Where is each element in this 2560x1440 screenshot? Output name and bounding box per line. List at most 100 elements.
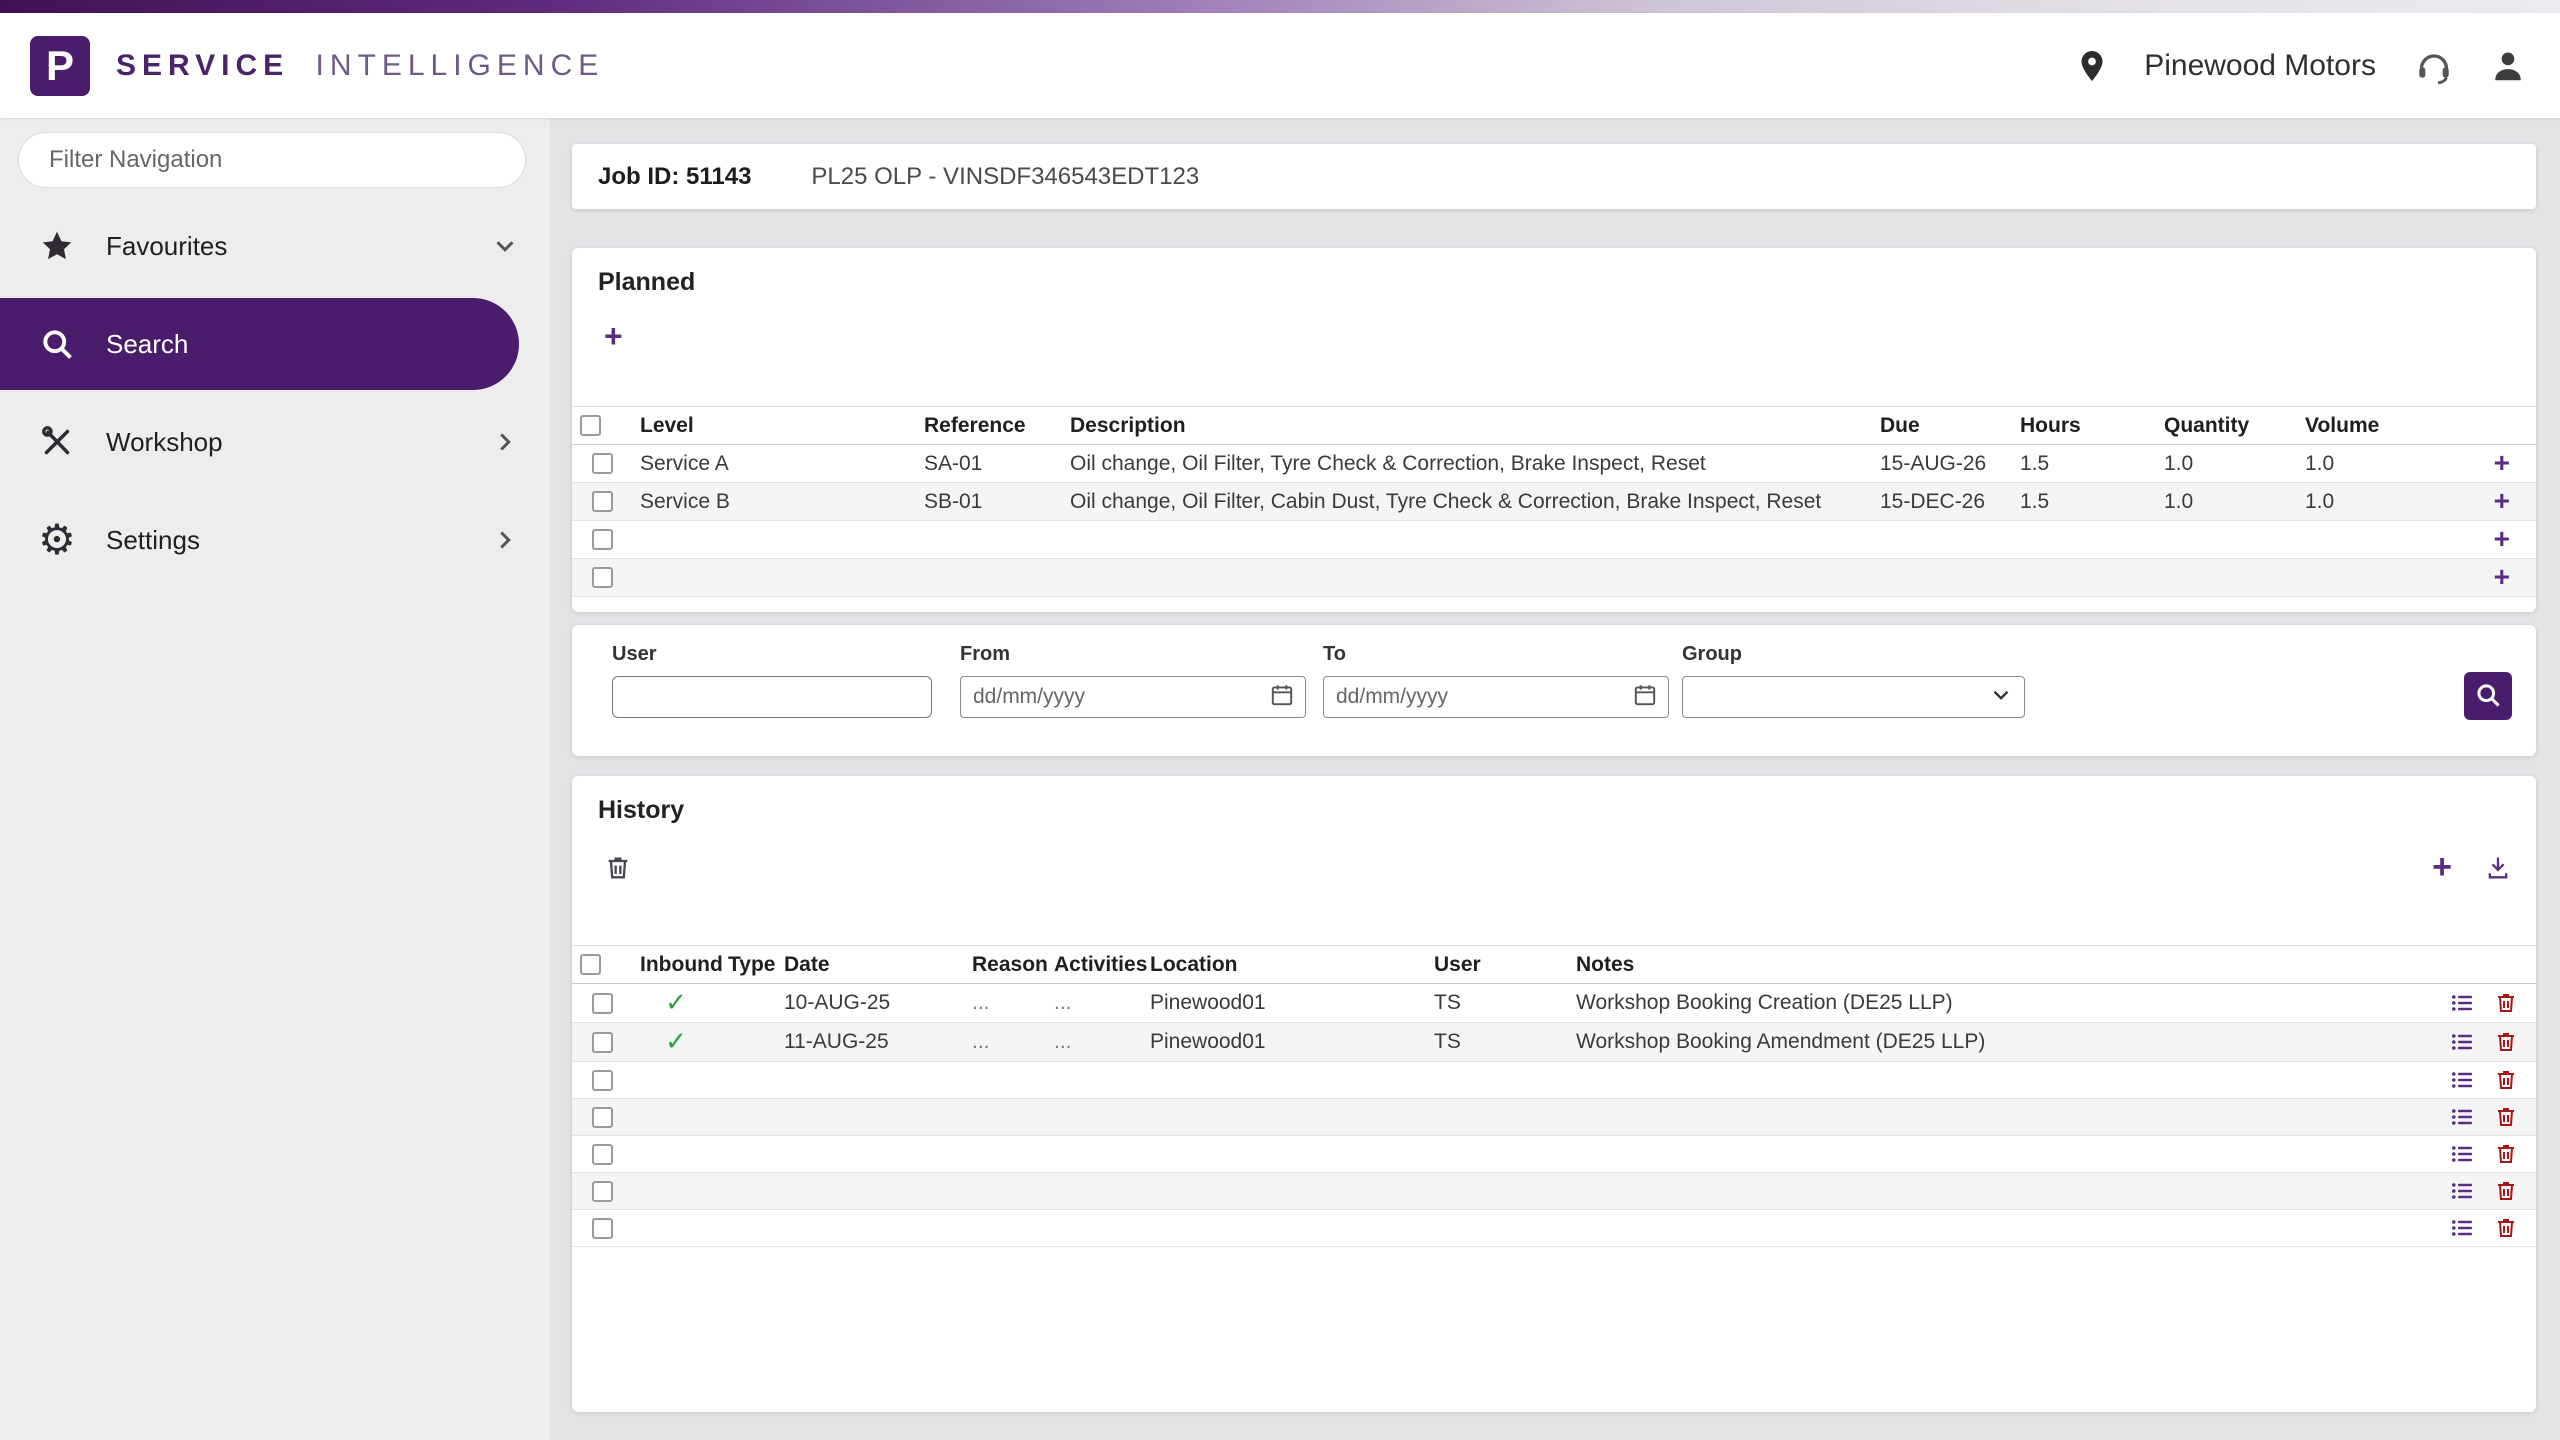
cell-hours [2012,559,2156,597]
row-checkbox[interactable] [592,1070,613,1091]
history-download-button[interactable] [2484,854,2512,882]
user-filter-label: User [612,643,932,666]
column-header-actions [2378,946,2536,984]
row-delete-button[interactable] [2494,1179,2518,1203]
cell-description: Oil change, Oil Filter, Tyre Check & Cor… [1062,445,1872,483]
row-details-button[interactable] [2450,1105,2474,1129]
group-select[interactable] [1682,676,2025,718]
row-delete-button[interactable] [2494,1030,2518,1054]
cell-description [1062,521,1872,559]
cell-description [1062,559,1872,597]
sidebar-item-settings[interactable]: ⚙ Settings [0,494,550,586]
history-title: History [572,776,2536,825]
cell-location [1142,1210,1426,1247]
location-pin-icon [2070,44,2114,88]
calendar-icon[interactable] [1269,682,1295,713]
cell-hours: 1.5 [2012,483,2156,521]
planned-title: Planned [572,248,2536,297]
chevron-right-icon [490,427,520,457]
row-checkbox[interactable] [592,529,613,550]
job-id: Job ID: 51143 [598,163,751,191]
sidebar-item-workshop[interactable]: Workshop [0,396,550,488]
row-delete-button[interactable] [2494,991,2518,1015]
planned-table-row: + [572,521,2536,559]
row-details-button[interactable] [2450,1068,2474,1092]
row-delete-button[interactable] [2494,1105,2518,1129]
inbound-check-icon: ✓ [665,1027,687,1057]
planned-select-all-checkbox[interactable] [580,415,601,436]
inbound-check-icon: ✓ [665,988,687,1018]
column-header-hours: Hours [2012,407,2156,445]
history-filter-panel: User From dd/mm/yyyy To dd/mm/yyyy [572,625,2536,756]
row-checkbox[interactable] [592,1107,613,1128]
cell-date [776,1099,964,1136]
row-delete-button[interactable] [2494,1142,2518,1166]
planned-table-row: + [572,559,2536,597]
row-details-button[interactable] [2450,1216,2474,1240]
row-details-button[interactable] [2450,991,2474,1015]
column-header-volume: Volume [2297,407,2447,445]
history-delete-button[interactable] [604,854,632,882]
row-delete-button[interactable] [2494,1216,2518,1240]
row-add-button[interactable]: + [2494,525,2510,553]
cell-user [1426,1210,1568,1247]
row-checkbox[interactable] [592,453,613,474]
cell-level [632,521,916,559]
sidebar-item-search[interactable]: Search [0,298,519,390]
row-checkbox[interactable] [592,1144,613,1165]
cell-level [632,559,916,597]
row-details-button[interactable] [2450,1142,2474,1166]
planned-panel: Planned + Level Reference Description Du… [572,248,2536,612]
cell-date: 11-AUG-25 [776,1023,964,1062]
row-checkbox[interactable] [592,993,613,1014]
history-table-row: ✓ 11-AUG-25 ... ... Pinewood01 TS Worksh… [572,1023,2536,1062]
history-table-row [572,1099,2536,1136]
cell-due: 15-AUG-26 [1872,445,2012,483]
row-checkbox[interactable] [592,1218,613,1239]
from-date-field: From dd/mm/yyyy [960,643,1306,718]
history-select-all-checkbox[interactable] [580,954,601,975]
cell-activities [1046,1062,1142,1099]
column-header-activities: Activities [1046,946,1142,984]
history-add-button[interactable]: + [2432,850,2452,884]
row-add-button[interactable]: + [2494,563,2510,591]
row-checkbox[interactable] [592,567,613,588]
row-details-button[interactable] [2450,1179,2474,1203]
cell-volume [2297,521,2447,559]
page-root: P SERVICE INTELLIGENCE Pinewood Motors [0,0,2560,1440]
column-header-type: Type [720,946,776,984]
sidebar-item-label: Search [106,329,188,360]
planned-add-button[interactable]: + [604,320,623,352]
user-filter-input[interactable] [612,676,932,718]
from-date-input[interactable]: dd/mm/yyyy [960,676,1306,718]
user-filter-field: User [612,643,932,718]
calendar-icon[interactable] [1632,682,1658,713]
to-date-input[interactable]: dd/mm/yyyy [1323,676,1669,718]
header-right: Pinewood Motors [2070,44,2530,88]
row-details-button[interactable] [2450,1030,2474,1054]
cell-notes: Workshop Booking Creation (DE25 LLP) [1568,984,2378,1023]
history-header-row: Inbound Type Date Reason Activities Loca… [572,946,2536,984]
filter-navigation-input[interactable] [18,132,526,188]
user-profile-icon[interactable] [2486,44,2530,88]
brand-primary: SERVICE [116,49,289,82]
row-add-button[interactable]: + [2494,487,2510,515]
sidebar-item-favourites[interactable]: Favourites [0,200,550,292]
row-checkbox[interactable] [592,1181,613,1202]
row-checkbox[interactable] [592,491,613,512]
row-delete-button[interactable] [2494,1068,2518,1092]
history-search-button[interactable] [2464,672,2512,720]
cell-activities [1046,1210,1142,1247]
cell-volume: 1.0 [2297,483,2447,521]
brand-title: SERVICE INTELLIGENCE [116,49,604,83]
row-add-button[interactable]: + [2494,449,2510,477]
headset-icon[interactable] [2412,44,2456,88]
cell-hours: 1.5 [2012,445,2156,483]
column-header-quantity: Quantity [2156,407,2297,445]
app-logo[interactable]: P [30,36,90,96]
sidebar-item-label: Favourites [106,231,227,262]
dealer-name: Pinewood Motors [2144,49,2376,83]
planned-table-row: Service B SB-01 Oil change, Oil Filter, … [572,483,2536,521]
row-checkbox[interactable] [592,1032,613,1053]
history-table-row [572,1136,2536,1173]
